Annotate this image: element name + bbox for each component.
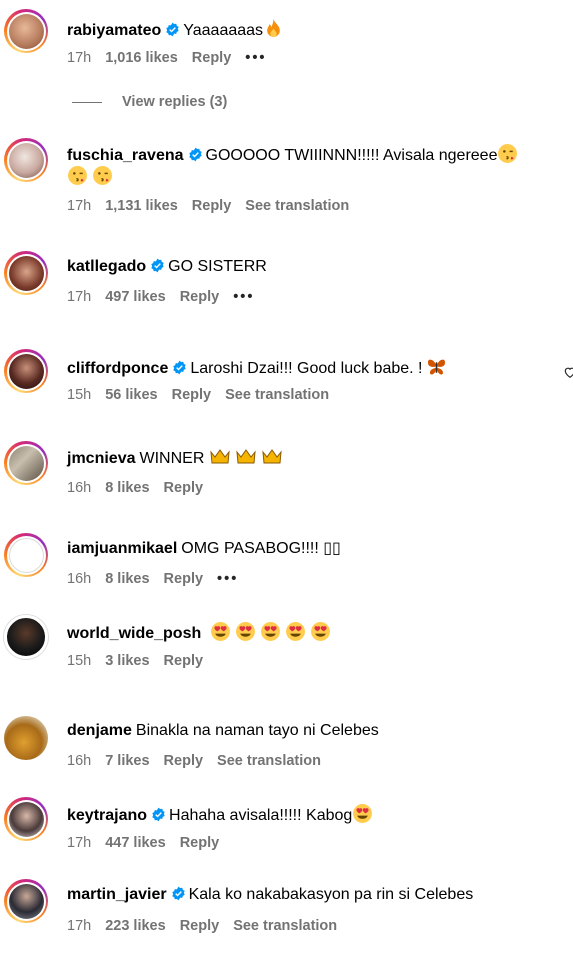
heart-eyes-emoji-icon <box>260 622 280 641</box>
timestamp[interactable]: 17h <box>67 289 91 305</box>
verified-badge-icon <box>166 22 179 37</box>
likes-count[interactable]: 1,016 likes <box>105 50 178 66</box>
likes-count[interactable]: 8 likes <box>105 571 149 587</box>
reply-button[interactable]: Reply <box>164 653 204 669</box>
timestamp[interactable]: 17h <box>67 50 91 66</box>
likes-count[interactable]: 223 likes <box>105 918 165 934</box>
reply-button[interactable]: Reply <box>164 571 204 587</box>
timestamp[interactable]: 16h <box>67 480 91 496</box>
likes-count[interactable]: 3 likes <box>105 653 149 669</box>
reply-button[interactable]: Reply <box>192 198 232 214</box>
comment-text: Kala ko nakabakasyon pa rin si Celebes <box>188 886 474 903</box>
heart-eyes-emoji-icon <box>235 622 255 641</box>
crown-emoji-icon <box>236 449 256 464</box>
reply-button[interactable]: Reply <box>164 480 204 496</box>
likes-count[interactable]: 447 likes <box>105 835 165 851</box>
username[interactable]: iamjuanmikael <box>67 540 177 557</box>
verified-badge-icon <box>171 886 185 901</box>
comment-text: OMG PASABOG!!!! ▯▯ <box>181 540 341 557</box>
avatar[interactable] <box>4 138 48 182</box>
verified-badge-icon <box>173 360 187 375</box>
comment-text: WINNER <box>139 450 205 467</box>
avatar[interactable] <box>4 349 48 393</box>
more-options-icon[interactable]: ••• <box>217 571 238 587</box>
kiss-emoji-icon <box>498 144 518 163</box>
timestamp[interactable]: 16h <box>67 571 91 587</box>
reply-button[interactable]: Reply <box>192 50 232 66</box>
see-translation-button[interactable]: See translation <box>217 753 321 769</box>
divider <box>72 101 102 103</box>
more-options-icon[interactable]: ••• <box>245 50 266 66</box>
username[interactable]: fuschia_ravena <box>67 147 184 164</box>
username[interactable]: world_wide_posh <box>67 625 201 642</box>
reply-button[interactable]: Reply <box>172 387 212 403</box>
view-replies-button[interactable]: View replies (3) <box>72 94 227 110</box>
username[interactable]: martin_javier <box>67 886 167 903</box>
username[interactable]: katllegado <box>67 258 146 275</box>
avatar[interactable] <box>4 9 48 53</box>
username[interactable]: keytrajano <box>67 807 147 824</box>
avatar[interactable] <box>4 615 48 659</box>
fire-emoji-icon <box>267 19 280 37</box>
heart-eyes-emoji-icon <box>210 622 230 641</box>
avatar[interactable] <box>4 879 48 923</box>
username[interactable]: denjame <box>67 722 132 739</box>
username[interactable]: rabiyamateo <box>67 22 161 39</box>
timestamp[interactable]: 15h <box>67 387 91 403</box>
crown-emoji-icon <box>262 449 282 464</box>
avatar[interactable] <box>4 797 48 841</box>
heart-eyes-emoji-icon <box>285 622 305 641</box>
crown-emoji-icon <box>210 449 230 464</box>
avatar[interactable] <box>4 441 48 485</box>
timestamp[interactable]: 17h <box>67 835 91 851</box>
comment-text: Binakla na naman tayo ni Celebes <box>135 722 379 739</box>
timestamp[interactable]: 15h <box>67 653 91 669</box>
kiss-emoji-icon <box>68 166 87 185</box>
avatar[interactable] <box>4 716 48 760</box>
reply-button[interactable]: Reply <box>164 753 204 769</box>
heart-eyes-emoji-icon <box>310 622 330 641</box>
kiss-emoji-icon <box>93 166 112 185</box>
likes-count[interactable]: 1,131 likes <box>105 198 178 214</box>
likes-count[interactable]: 497 likes <box>105 289 165 305</box>
see-translation-button[interactable]: See translation <box>233 918 337 934</box>
comment-text: GO SISTERR <box>168 258 267 275</box>
more-options-icon[interactable]: ••• <box>233 289 254 305</box>
comment-text: GOOOOO TWIIINNN!!!!! Avisala ngereee <box>205 147 498 164</box>
heart-eyes-emoji-icon <box>353 804 373 823</box>
see-translation-button[interactable]: See translation <box>225 387 329 403</box>
verified-badge-icon <box>188 147 202 162</box>
username[interactable]: jmcnieva <box>67 450 135 467</box>
verified-badge-icon <box>152 807 165 822</box>
comment-text: Yaaaaaaas <box>183 22 264 39</box>
likes-count[interactable]: 56 likes <box>105 387 157 403</box>
comment-text: Hahaha avisala!!!!! Kabog <box>169 807 353 824</box>
timestamp[interactable]: 16h <box>67 753 91 769</box>
likes-count[interactable]: 7 likes <box>105 753 149 769</box>
timestamp[interactable]: 17h <box>67 918 91 934</box>
reply-button[interactable]: Reply <box>180 835 220 851</box>
see-translation-button[interactable]: See translation <box>245 198 349 214</box>
avatar[interactable] <box>4 533 48 577</box>
avatar[interactable] <box>4 251 48 295</box>
heart-icon[interactable] <box>563 365 573 379</box>
reply-button[interactable]: Reply <box>180 289 220 305</box>
butterfly-emoji-icon <box>428 359 446 375</box>
comment-text: Laroshi Dzai!!! Good luck babe. ! <box>190 360 423 377</box>
view-replies-label: View replies (3) <box>122 94 228 110</box>
verified-badge-icon <box>151 258 164 273</box>
username[interactable]: cliffordponce <box>67 360 168 377</box>
timestamp[interactable]: 17h <box>67 198 91 214</box>
reply-button[interactable]: Reply <box>180 918 220 934</box>
likes-count[interactable]: 8 likes <box>105 480 149 496</box>
